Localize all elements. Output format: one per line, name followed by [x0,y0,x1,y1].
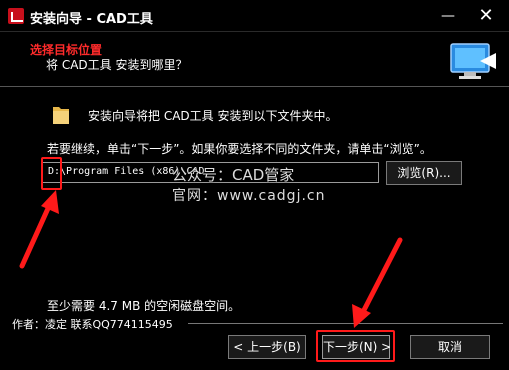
watermark-wechat: 公众号：CAD管家 [172,166,295,184]
folder-icon [53,107,69,124]
back-button[interactable]: < 上一步(B) [228,335,306,359]
computer-install-icon [450,43,496,79]
next-button-highlight [316,330,395,362]
title-bar: 安装向导 - CAD工具 — ✕ [0,0,509,32]
minimize-button[interactable]: — [436,4,460,28]
arrow-to-next [352,237,403,328]
close-button[interactable]: ✕ [474,4,498,28]
footer-divider [188,323,503,324]
wizard-header: 选择目标位置 将 CAD工具 安装到哪里？ [0,33,509,87]
app-icon [8,8,24,24]
instruction-text: 若要继续，单击“下一步”。如果你要选择不同的文件夹，请单击“浏览”。 [47,142,432,156]
step-subtitle: 将 CAD工具 安装到哪里？ [46,58,188,72]
cancel-button[interactable]: 取消 [410,335,490,359]
arrow-to-drive [19,190,59,269]
intro-text: 安装向导将把 CAD工具 安装到以下文件夹中。 [88,109,338,123]
author-contact: 作者：凌定 联系QQ774115495 [12,318,173,331]
drive-letter-highlight [41,157,62,190]
window-title: 安装向导 - CAD工具 [30,12,153,27]
disk-space-text: 至少需要 4.7 MB 的空闲磁盘空间。 [47,299,241,313]
watermark-website: 官网：www.cadgj.cn [172,188,326,204]
browse-button[interactable]: 浏览(R)... [386,161,462,185]
